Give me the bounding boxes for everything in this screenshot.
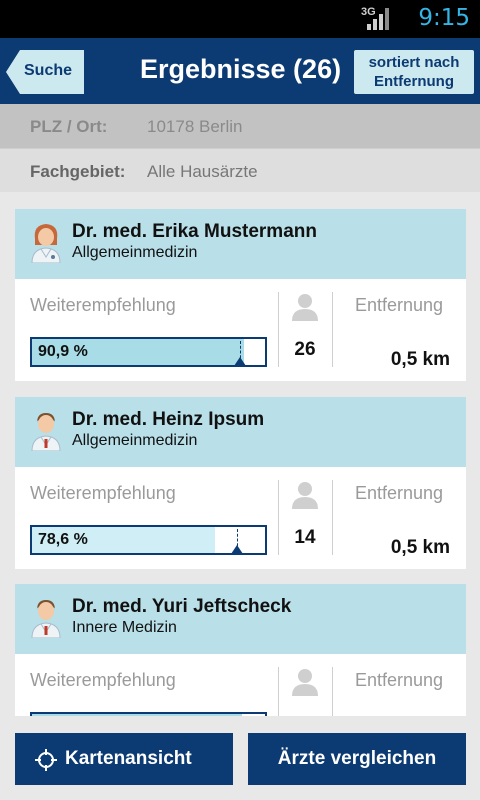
bottom-action-bar: Kartenansicht Ärzte vergleichen [0, 716, 480, 800]
specialty-filter-value: Alle Hausärzte [147, 162, 258, 181]
doctor-specialty: Allgemeinmedizin [72, 244, 198, 261]
specialty-filter-row[interactable]: Fachgebiet: Alle Hausärzte [0, 148, 480, 192]
person-icon [292, 482, 318, 509]
specialty-filter-label: Fachgebiet: [30, 162, 126, 181]
recommendation-bar: 78,6 % [30, 525, 267, 555]
recommendation-marker-triangle [231, 545, 243, 554]
distance-value: 0,5 km [390, 537, 450, 558]
page-title: Ergebnisse (26) [140, 54, 342, 84]
sort-label-line1: sortiert nach [368, 54, 460, 71]
rating-count: 14 [294, 527, 316, 548]
app-header: Suche Ergebnisse (26) sortiert nach Entf… [0, 38, 480, 104]
crosshair-icon [35, 749, 57, 771]
doctor-card[interactable]: Dr. med. Erika Mustermann Allgemeinmediz… [15, 209, 466, 381]
location-filter-row[interactable]: PLZ / Ort: 10178 Berlin [0, 104, 480, 148]
doctor-card[interactable]: Dr. med. Heinz Ipsum Allgemeinmedizin We… [15, 397, 466, 569]
distance-label: Entfernung [355, 295, 444, 315]
recommendation-bar: 90,9 % [30, 337, 267, 367]
recommendation-value: 90,9 % [38, 343, 88, 360]
recommendation-label: Weiterempfehlung [30, 483, 176, 503]
doctor-card-header: Dr. med. Yuri Jeftscheck Innere Medizin [15, 584, 466, 654]
male-doctor-icon [31, 600, 61, 638]
recommendation-value: 78,6 % [38, 531, 88, 548]
location-filter-value: 10178 Berlin [147, 117, 243, 136]
female-doctor-icon [31, 224, 61, 263]
distance-label: Entfernung [355, 483, 444, 503]
back-button[interactable]: Suche [6, 50, 84, 94]
map-view-button[interactable]: Kartenansicht [15, 733, 233, 785]
doctor-specialty: Allgemeinmedizin [72, 432, 198, 449]
compare-doctors-button[interactable]: Ärzte vergleichen [248, 733, 466, 785]
column-divider [332, 667, 333, 716]
recommendation-label: Weiterempfehlung [30, 295, 176, 315]
location-filter-label: PLZ / Ort: [30, 117, 108, 136]
doctor-card-header: Dr. med. Erika Mustermann Allgemeinmediz… [15, 209, 466, 279]
doctor-name: Dr. med. Heinz Ipsum [72, 409, 265, 430]
male-doctor-icon [31, 413, 61, 451]
compare-doctors-label: Ärzte vergleichen [277, 748, 437, 769]
clock: 9:15 [418, 5, 470, 31]
column-divider [278, 667, 279, 716]
column-divider [332, 292, 333, 367]
person-icon [292, 294, 318, 321]
doctor-name: Dr. med. Yuri Jeftscheck [72, 596, 292, 617]
distance-value: 0,5 km [390, 349, 450, 370]
results-list[interactable]: Dr. med. Erika Mustermann Allgemeinmediz… [0, 192, 480, 716]
status-bar: 3G 9:15 [0, 0, 480, 38]
recommendation-label: Weiterempfehlung [30, 670, 176, 690]
sort-label-line2: Entfernung [374, 73, 454, 90]
sort-button[interactable]: sortiert nach Entfernung [354, 50, 474, 94]
map-view-label: Kartenansicht [65, 748, 192, 769]
rating-count: 26 [294, 339, 316, 360]
distance-label: Entfernung [355, 670, 444, 690]
doctor-card-header: Dr. med. Heinz Ipsum Allgemeinmedizin [15, 397, 466, 467]
doctor-name: Dr. med. Erika Mustermann [72, 221, 317, 242]
doctor-card[interactable]: Dr. med. Yuri Jeftscheck Innere Medizin … [15, 584, 466, 716]
column-divider [332, 480, 333, 555]
recommendation-marker-triangle [234, 357, 246, 366]
signal-icon [367, 8, 389, 30]
doctor-specialty: Innere Medizin [72, 619, 177, 636]
person-icon [292, 669, 318, 696]
back-label: Suche [24, 62, 73, 79]
